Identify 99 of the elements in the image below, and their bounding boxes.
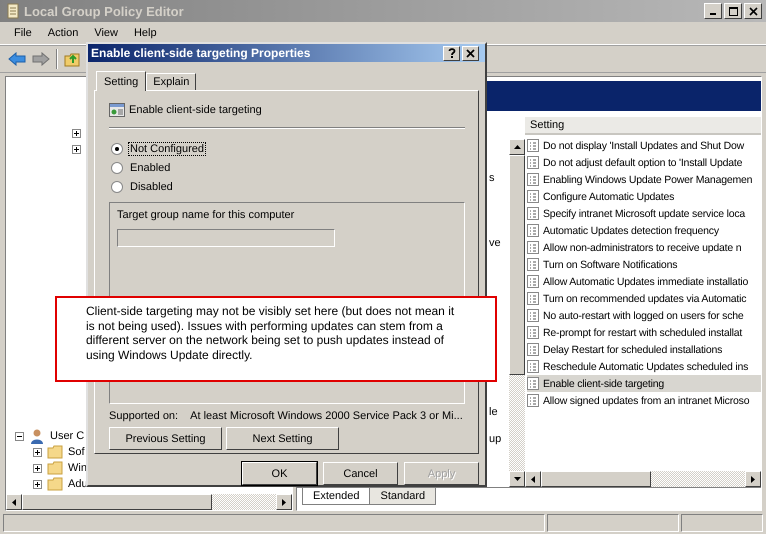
- up-arrow-icon: [514, 145, 520, 149]
- scroll-icon: [6, 3, 20, 19]
- radio-button[interactable]: [111, 162, 123, 174]
- policy-icon: [527, 156, 539, 169]
- menu-item[interactable]: Help: [126, 27, 165, 39]
- question-mark-icon: [448, 48, 456, 58]
- policy-icon: [527, 292, 539, 305]
- setting-row[interactable]: Do not display 'Install Updates and Shut Dow: [527, 137, 761, 154]
- policy-icon: [527, 326, 539, 339]
- close-button[interactable]: [462, 46, 479, 60]
- close-icon: [466, 48, 475, 58]
- policy-icon: [527, 241, 539, 254]
- setting-row[interactable]: Turn on Software Notifications: [527, 256, 761, 273]
- dialog-button[interactable]: OK: [242, 462, 317, 485]
- dialog-tab[interactable]: Setting: [96, 71, 146, 91]
- left-arrow-icon: [531, 476, 535, 482]
- down-arrow-icon: [514, 477, 520, 481]
- setting-row[interactable]: Turn on recommended updates via Automatic: [527, 290, 761, 307]
- left-arrow-icon: [12, 498, 16, 506]
- policy-icon: [527, 224, 539, 237]
- policy-icon: [527, 360, 539, 373]
- right-arrow-icon: [282, 498, 286, 506]
- description-text: s: [489, 172, 494, 184]
- column-header[interactable]: Setting: [525, 117, 761, 135]
- right-arrow-icon: [751, 476, 755, 482]
- radio-button[interactable]: [111, 180, 123, 192]
- setting-row[interactable]: Configure Automatic Updates: [527, 188, 761, 205]
- expander-icon[interactable]: [33, 448, 42, 456]
- field-label: Target group name for this computer: [117, 209, 296, 221]
- view-tab[interactable]: Extended: [302, 488, 370, 505]
- policy-name: Enable client-side targeting: [129, 104, 262, 116]
- description-text: ve: [489, 237, 501, 249]
- description-text: up: [489, 433, 502, 445]
- option-label[interactable]: Disabled: [128, 180, 175, 194]
- policy-icon: [527, 394, 539, 407]
- policy-icon: [527, 309, 539, 322]
- folder-icon: [47, 461, 63, 475]
- tree-item[interactable]: Win: [68, 462, 87, 474]
- setting-row[interactable]: Do not adjust default option to 'Install Update: [527, 154, 761, 171]
- setting-row[interactable]: Allow Automatic Updates immediate installatio: [527, 273, 761, 290]
- policy-icon: [527, 258, 539, 271]
- expander-icon[interactable]: [33, 480, 42, 488]
- policy-icon: [527, 343, 539, 356]
- dialog-title: Enable client-side targeting Properties: [91, 46, 312, 60]
- option-label[interactable]: Not Configured: [128, 142, 206, 156]
- tree-item[interactable]: User C: [50, 430, 84, 442]
- expander-icon[interactable]: [15, 432, 24, 440]
- policy-icon: [527, 139, 539, 152]
- policy-icon: [527, 275, 539, 288]
- radio-button[interactable]: [111, 142, 123, 154]
- folder-icon: [47, 445, 63, 459]
- supported-label: Supported on:: [109, 410, 178, 422]
- setting-row[interactable]: Allow non-administrators to receive update n: [527, 239, 761, 256]
- minimize-button[interactable]: [704, 3, 722, 19]
- maximize-icon: [728, 6, 738, 16]
- window-title: Local Group Policy Editor: [24, 4, 185, 18]
- annotation-note: Client-side targeting may not be visibly set here (but does not mean it is not being used). Issues with performing updates can stem from a different server on the network being set to push updates instead of using Windows Update directly.: [55, 296, 497, 382]
- option-label[interactable]: Enabled: [128, 160, 172, 174]
- setting-row[interactable]: Delay Restart for scheduled installations: [527, 341, 761, 358]
- expander-icon[interactable]: [33, 464, 42, 472]
- setting-row[interactable]: No auto-restart with logged on users for sche: [527, 307, 761, 324]
- policy-settings-icon: [109, 102, 125, 118]
- folder-icon: [47, 477, 63, 491]
- forward-arrow-icon[interactable]: [32, 52, 50, 66]
- expander-icon[interactable]: [72, 145, 81, 154]
- menu-item[interactable]: View: [86, 27, 126, 39]
- policy-icon: [527, 207, 539, 220]
- setting-row[interactable]: Enabling Windows Update Power Managemen: [527, 171, 761, 188]
- setting-row[interactable]: Reschedule Automatic Updates scheduled ins: [527, 358, 761, 375]
- setting-row[interactable]: Automatic Updates detection frequency: [527, 222, 761, 239]
- maximize-button[interactable]: [724, 3, 742, 19]
- dialog-tab[interactable]: Explain: [146, 73, 196, 90]
- user-icon: [29, 428, 45, 444]
- folder-up-icon[interactable]: [64, 51, 80, 67]
- menu-item[interactable]: File: [6, 27, 40, 39]
- setting-row[interactable]: Allow signed updates from an intranet Microso: [527, 392, 761, 409]
- minimize-icon: [710, 13, 716, 15]
- supported-value: At least Microsoft Windows 2000 Service Pack 3 or Mi...: [190, 410, 463, 422]
- tree-item[interactable]: Sof: [68, 446, 85, 458]
- back-arrow-icon[interactable]: [8, 52, 26, 66]
- setting-row[interactable]: Enable client-side targeting: [527, 375, 761, 392]
- nav-button[interactable]: Next Setting: [226, 427, 339, 450]
- help-button[interactable]: [443, 46, 460, 60]
- policy-icon: [527, 173, 539, 186]
- dialog-button[interactable]: Cancel: [323, 462, 398, 485]
- horizontal-scrollbar[interactable]: [6, 494, 292, 510]
- setting-row[interactable]: Re-prompt for restart with scheduled installat: [527, 324, 761, 341]
- expander-icon[interactable]: [72, 129, 81, 138]
- vertical-scrollbar[interactable]: [509, 139, 525, 487]
- policy-icon: [527, 190, 539, 203]
- policy-icon: [527, 377, 539, 390]
- horizontal-scrollbar[interactable]: [525, 471, 761, 487]
- close-button[interactable]: [744, 3, 762, 19]
- nav-button[interactable]: Previous Setting: [109, 427, 222, 450]
- description-text: le: [489, 406, 498, 418]
- view-tab[interactable]: Standard: [369, 488, 436, 505]
- setting-row[interactable]: Specify intranet Microsoft update service loca: [527, 205, 761, 222]
- close-icon: [748, 6, 758, 16]
- menu-item[interactable]: Action: [40, 27, 86, 39]
